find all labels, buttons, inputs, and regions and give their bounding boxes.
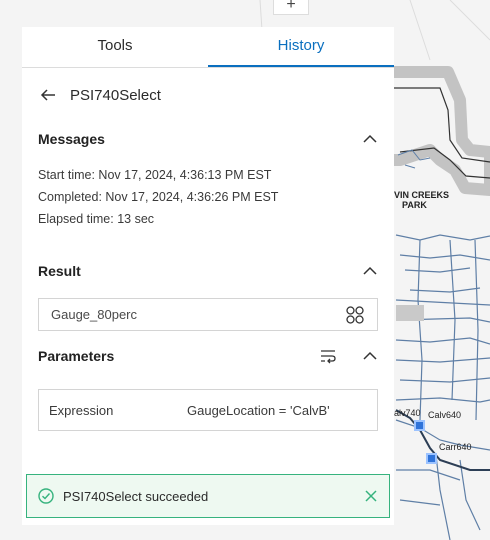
toast-message: PSI740Select succeeded (63, 488, 209, 504)
tab-bar: Tools History (22, 27, 394, 68)
result-section-header[interactable]: Result (22, 254, 394, 288)
text-wrap-icon[interactable] (320, 348, 336, 364)
tool-title: PSI740Select (70, 86, 161, 104)
parameters-actions (320, 348, 378, 364)
parameters-section-header[interactable]: Parameters (22, 339, 394, 373)
tool-header: PSI740Select (22, 68, 394, 122)
gauge-label: Calv640 (428, 410, 462, 420)
gauge-label: alv740 (394, 408, 421, 418)
park-label-line1: VIN CREEKS (394, 190, 450, 200)
tab-history[interactable]: History (208, 27, 394, 67)
message-line: Start time: Nov 17, 2024, 4:36:13 PM EST (38, 168, 272, 182)
close-icon[interactable] (363, 488, 379, 504)
parameter-row: Expression GaugeLocation = 'CalvB' (38, 389, 378, 431)
result-heading: Result (38, 263, 81, 279)
add-to-map-icon[interactable] (345, 305, 365, 325)
tab-tools[interactable]: Tools (22, 27, 208, 67)
parameter-value: GaugeLocation = 'CalvB' (187, 402, 330, 418)
parameters-heading: Parameters (38, 348, 115, 364)
result-value: Gauge_80perc (51, 307, 138, 322)
message-line: Elapsed time: 13 sec (38, 212, 155, 226)
zoom-in-button[interactable]: + (273, 0, 309, 15)
gauge-label: Carr640 (439, 442, 472, 452)
check-circle-icon (38, 488, 54, 504)
messages-section-header[interactable]: Messages (22, 122, 394, 156)
back-arrow-icon[interactable] (38, 85, 58, 105)
message-line: Completed: Nov 17, 2024, 4:36:26 PM EST (38, 190, 279, 204)
chevron-up-icon[interactable] (362, 263, 378, 279)
chevron-up-icon[interactable] (362, 348, 378, 364)
messages-list: Start time: Nov 17, 2024, 4:36:13 PM EST… (22, 164, 394, 230)
messages-heading: Messages (38, 131, 105, 147)
park-label-2: PARK (402, 200, 427, 210)
park-label-line2: PARK (402, 200, 427, 210)
tool-panel: Tools History PSI740Select Messages Star… (22, 27, 394, 525)
parameter-name: Expression (49, 402, 114, 418)
chevron-up-icon[interactable] (362, 131, 378, 147)
result-item[interactable]: Gauge_80perc (38, 298, 378, 331)
park-label: VIN CREEKS (394, 190, 449, 200)
success-toast: PSI740Select succeeded (26, 474, 390, 518)
